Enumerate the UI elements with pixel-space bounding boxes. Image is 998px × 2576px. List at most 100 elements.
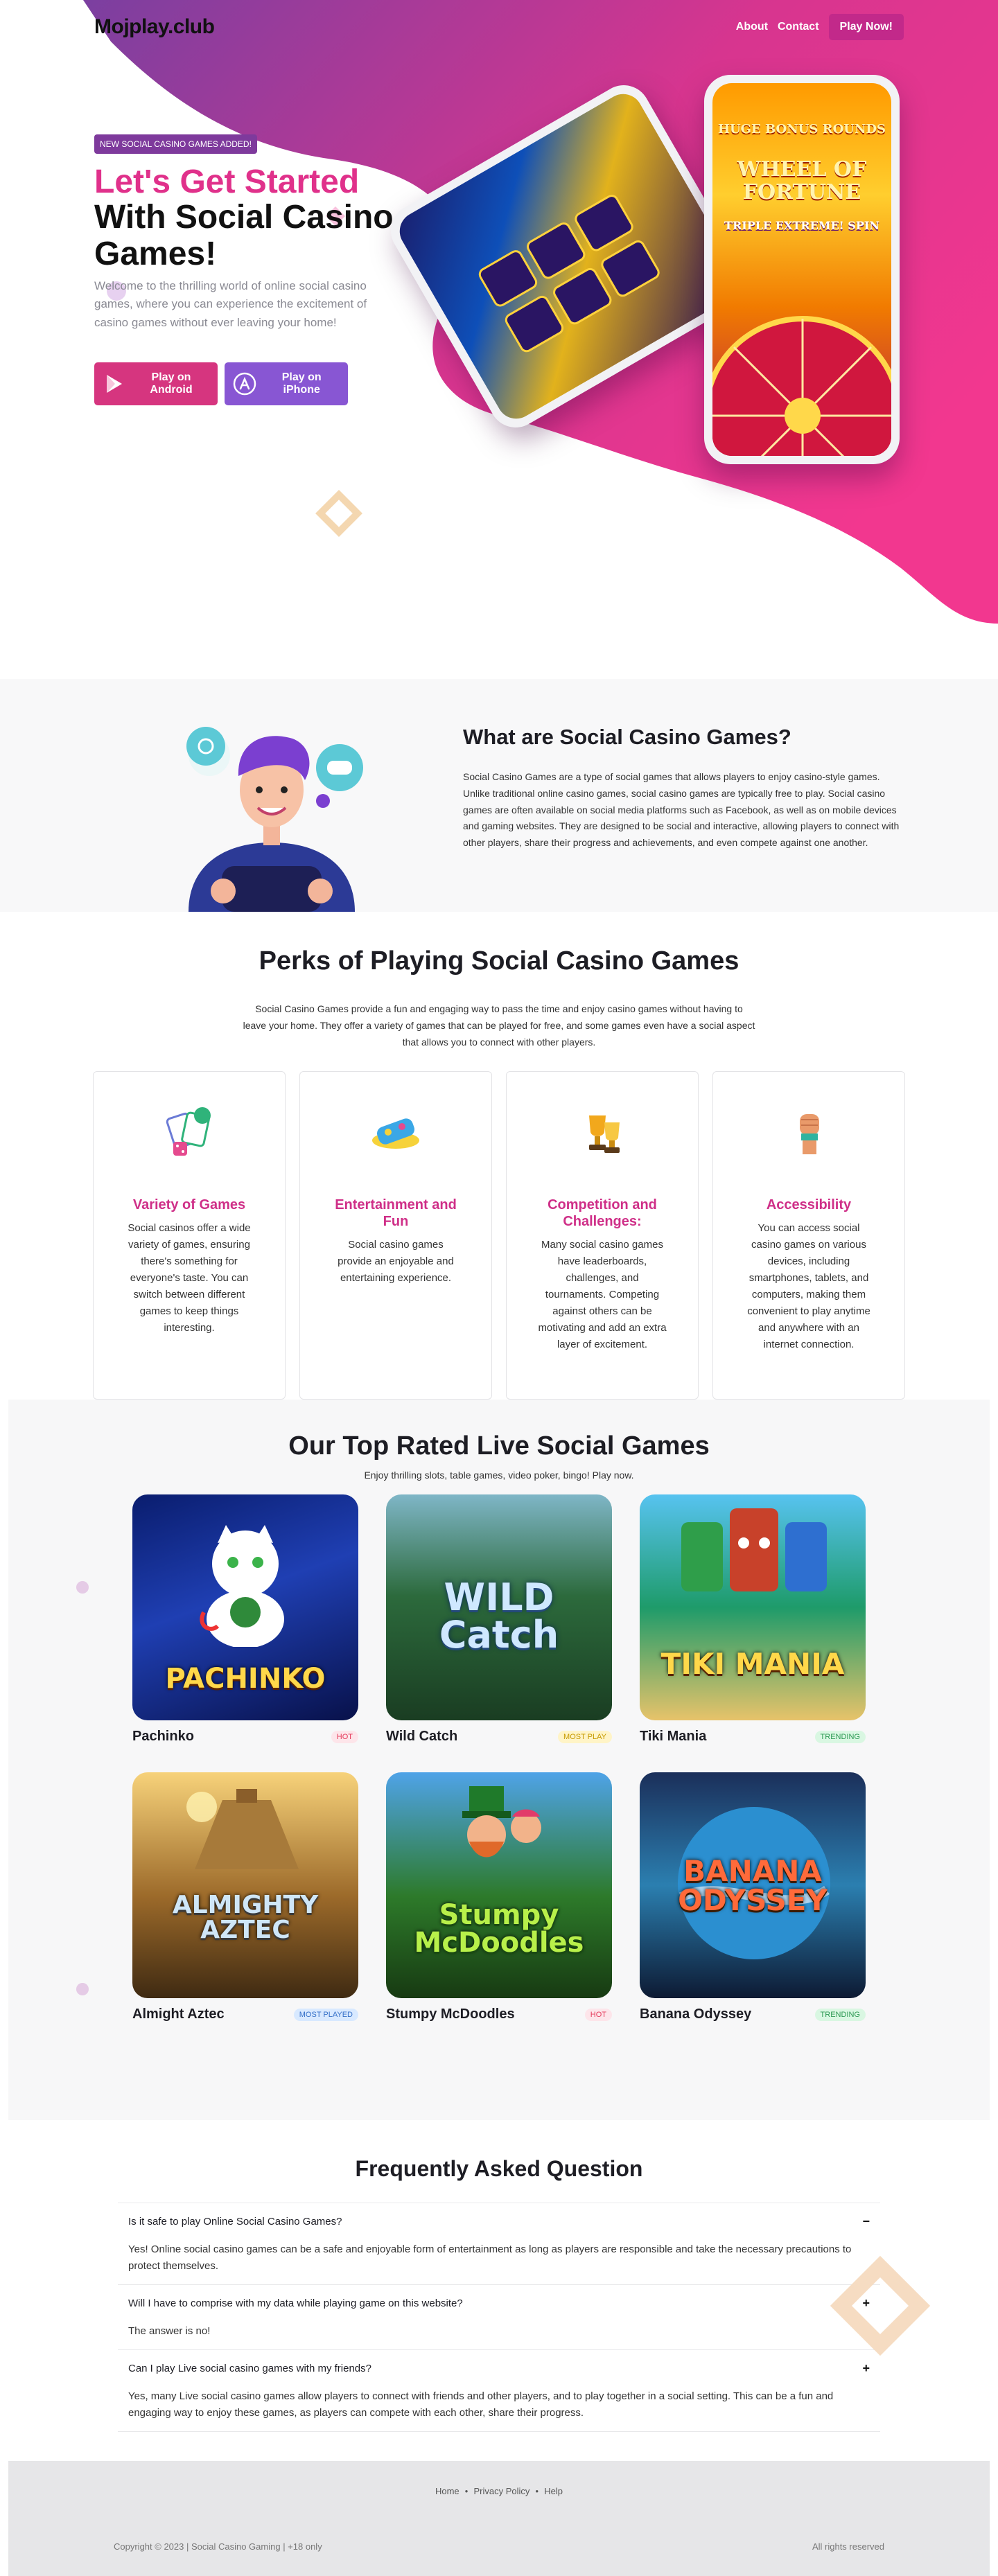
game-meta: Wild Catch MOST PLAY xyxy=(386,1729,612,1745)
raised-fist-icon xyxy=(776,1100,842,1166)
nav-link-about[interactable]: About xyxy=(736,21,768,33)
game-thumbnail[interactable]: TIKI MANIA xyxy=(640,1494,866,1721)
faq-question[interactable]: Will I have to comprise with my data whi… xyxy=(128,2297,463,2309)
android-button-label: Play on Android xyxy=(150,371,193,396)
games-title: Our Top Rated Live Social Games xyxy=(288,1431,710,1461)
play-on-iphone-button[interactable]: Play on iPhone xyxy=(225,362,348,406)
perk-body-entertainment: Social casino games provide an enjoyable… xyxy=(338,1239,454,1285)
games-subtitle: Enjoy thrilling slots, table games, vide… xyxy=(364,1470,634,1481)
footer-copyright: Copyright © 2023 | Social Casino Gaming … xyxy=(114,2541,322,2552)
game-card-stumpy-mcdoodles[interactable]: Stumpy McDoodles Stumpy McDoodles HOT xyxy=(386,1772,612,2022)
faq-item: Is it safe to play Online Social Casino … xyxy=(118,2203,880,2284)
perk-card-accessibility: Accessibility You can access social casi… xyxy=(712,1071,905,1400)
faq-answer: Yes! Online social casino games can be a… xyxy=(128,2243,852,2273)
footer-link-help[interactable]: Help xyxy=(544,2486,563,2496)
footer-link-home[interactable]: Home xyxy=(435,2486,459,2496)
game-tag: TRENDING xyxy=(814,2008,866,2021)
game-tag: TRENDING xyxy=(814,1730,866,1743)
about-section: What are Social Casino Games? Social Cas… xyxy=(0,679,998,912)
game-card-almight-aztec[interactable]: ALMIGHTY AZTEC Almight Aztec MOST PLAYED xyxy=(132,1772,358,2022)
game-thumbnail[interactable]: PACHINKO xyxy=(132,1494,358,1721)
phone-screen-spin-text: TRIPLE EXTREME! SPIN xyxy=(724,219,879,232)
faq-section: Frequently Asked Question Is it safe to … xyxy=(0,2120,998,2461)
phone-screen-wheel-title: WHEEL OF FORTUNE xyxy=(737,157,867,204)
app-store-icon xyxy=(233,371,256,396)
collapse-icon[interactable]: − xyxy=(862,2214,870,2229)
nav-links: About Contact Play Now! xyxy=(736,14,904,40)
game-name[interactable]: Pachinko xyxy=(132,1729,194,1745)
game-tag: MOST PLAYED xyxy=(293,2008,358,2021)
faq-item: Will I have to comprise with my data whi… xyxy=(118,2284,880,2349)
about-body: Social Casino Games are a type of social… xyxy=(463,771,900,849)
game-name[interactable]: Tiki Mania xyxy=(640,1729,706,1745)
faq-question-row[interactable]: Is it safe to play Online Social Casino … xyxy=(128,2214,870,2229)
store-buttons: Play on Android Play on iPhone xyxy=(94,362,413,406)
perk-card-competition: Competition and Challenges: Many social … xyxy=(506,1071,699,1400)
hero-title-highlight: Let's Get Started xyxy=(94,164,360,200)
game-tag: MOST PLAY xyxy=(558,1730,612,1743)
site-logo[interactable]: Mojplay.club xyxy=(94,15,215,39)
faq-question[interactable]: Can I play Live social casino games with… xyxy=(128,2363,371,2374)
play-now-button[interactable]: Play Now! xyxy=(828,14,904,40)
game-meta: Banana Odyssey TRENDING xyxy=(640,2006,866,2022)
game-card-tiki-mania[interactable]: TIKI MANIA Tiki Mania TRENDING xyxy=(640,1494,866,1745)
game-name[interactable]: Banana Odyssey xyxy=(640,2006,751,2022)
footer-link-privacy[interactable]: Privacy Policy xyxy=(474,2486,530,2496)
expand-icon[interactable]: + xyxy=(862,2361,870,2376)
game-ticket-icon xyxy=(362,1100,429,1166)
game-name[interactable]: Almight Aztec xyxy=(132,2006,225,2022)
perks-section: Perks of Playing Social Casino Games Soc… xyxy=(0,912,998,1400)
game-meta: Almight Aztec MOST PLAYED xyxy=(132,2006,358,2022)
tiki-masks-graphic xyxy=(681,1508,827,1592)
faq-list: Is it safe to play Online Social Casino … xyxy=(118,2203,880,2433)
game-art-title: PACHINKO xyxy=(165,1663,326,1695)
perk-body-accessibility: You can access social casino games on va… xyxy=(747,1222,870,1351)
game-name[interactable]: Wild Catch xyxy=(386,1729,457,1745)
perk-body-variety: Social casinos offer a wide variety of g… xyxy=(128,1222,251,1334)
game-card-banana-odyssey[interactable]: BANANA ODYSSEY Banana Odyssey TRENDING xyxy=(640,1772,866,2022)
game-card-pachinko[interactable]: PACHINKO Pachinko HOT xyxy=(132,1494,358,1745)
faq-title: Frequently Asked Question xyxy=(355,2156,643,2182)
wheel-game-screen: HUGE BONUS ROUNDS WHEEL OF FORTUNE TRIPL… xyxy=(712,83,891,456)
game-art-title: ALMIGHTY AZTEC xyxy=(172,1891,319,1945)
perk-title-variety: Variety of Games xyxy=(132,1197,246,1213)
perk-title-entertainment: Entertainment and Fun xyxy=(335,1197,457,1230)
game-meta: Tiki Mania TRENDING xyxy=(640,1729,866,1745)
fortune-wheel-graphic xyxy=(712,316,891,456)
game-art-title: BANANA ODYSSEY xyxy=(678,1854,828,1918)
game-card-wild-catch[interactable]: WILD Catch Wild Catch MOST PLAY xyxy=(386,1494,612,1745)
footer: Home ● Privacy Policy ● Help Copyright ©… xyxy=(8,2461,990,2576)
play-on-android-button[interactable]: Play on Android xyxy=(94,362,218,406)
bullet-separator: ● xyxy=(464,2488,469,2495)
faq-question-row[interactable]: Will I have to comprise with my data whi… xyxy=(128,2296,870,2311)
perk-title-competition: Competition and Challenges: xyxy=(548,1197,657,1230)
cards-dice-icon xyxy=(156,1100,222,1166)
pyramid-graphic xyxy=(186,1789,299,1870)
about-content: What are Social Casino Games? Social Cas… xyxy=(463,725,904,852)
leprechaun-graphic xyxy=(462,1786,541,1858)
decorative-diamond xyxy=(830,2256,931,2356)
game-tag: HOT xyxy=(331,1730,358,1743)
bullet-separator: ● xyxy=(535,2488,539,2495)
hero-description: Welcome to the thrilling world of online… xyxy=(94,279,367,329)
game-thumbnail[interactable]: ALMIGHTY AZTEC xyxy=(132,1772,358,1999)
game-art-title: WILD Catch xyxy=(439,1576,559,1657)
game-art-title: Stumpy McDoodles xyxy=(414,1899,584,1959)
footer-rights: All rights reserved xyxy=(812,2541,884,2552)
phone-mockup-wheel: HUGE BONUS ROUNDS WHEEL OF FORTUNE TRIPL… xyxy=(704,75,900,464)
trophy-icon xyxy=(569,1100,636,1166)
top-nav: Mojplay.club About Contact Play Now! xyxy=(94,12,904,42)
game-thumbnail[interactable]: WILD Catch xyxy=(386,1494,612,1721)
gamer-illustration xyxy=(186,727,363,912)
perks-description: Social Casino Games provide a fun and en… xyxy=(243,1003,755,1048)
game-name[interactable]: Stumpy McDoodles xyxy=(386,2006,515,2022)
nav-link-contact[interactable]: Contact xyxy=(778,21,819,33)
game-thumbnail[interactable]: BANANA ODYSSEY xyxy=(640,1772,866,1999)
faq-question-row[interactable]: Can I play Live social casino games with… xyxy=(128,2361,870,2376)
perk-title-accessibility: Accessibility xyxy=(766,1197,852,1213)
game-tag: HOT xyxy=(584,2008,612,2021)
perk-card-entertainment: Entertainment and Fun Social casino game… xyxy=(299,1071,492,1400)
hero-section: Mojplay.club About Contact Play Now! NEW… xyxy=(0,0,998,624)
faq-question[interactable]: Is it safe to play Online Social Casino … xyxy=(128,2216,342,2227)
game-thumbnail[interactable]: Stumpy McDoodles xyxy=(386,1772,612,1999)
